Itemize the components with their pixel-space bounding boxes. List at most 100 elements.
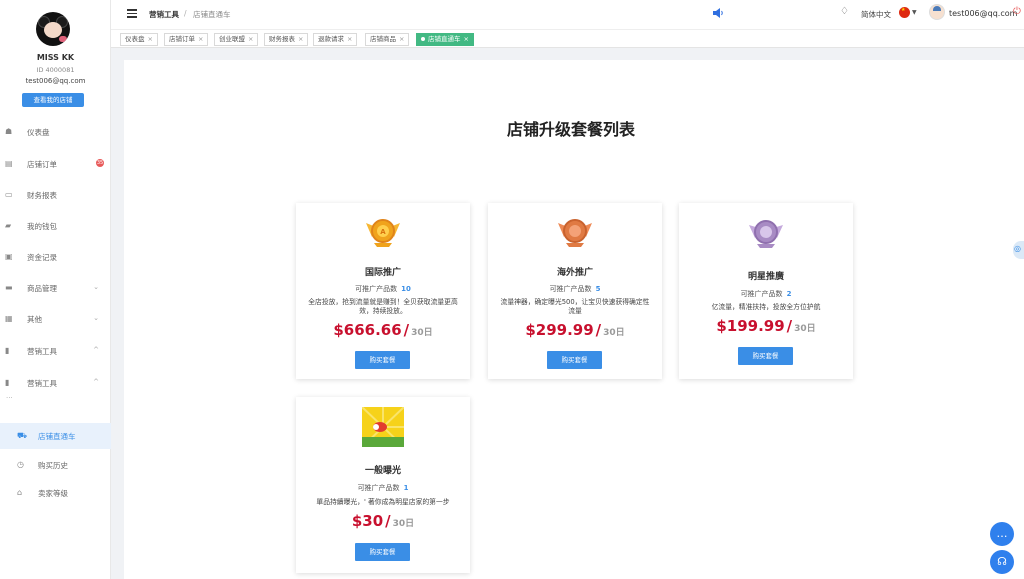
sidebar-subitem-shop-express[interactable]: ⛟ 店铺直通车: [0, 423, 111, 449]
sidebar-item-label: 购买历史: [38, 461, 68, 470]
sidebar-item-marketing-2[interactable]: ▮ 营销工具 ^: [0, 373, 111, 393]
tab-shop-goods[interactable]: 店铺商品 ×: [365, 33, 410, 46]
package-price: $299.99/30日: [525, 321, 625, 339]
page-title: 店铺升级套餐列表: [507, 120, 636, 139]
package-title: 海外推广: [556, 268, 593, 278]
sidebar-item-marketing[interactable]: ▮ 营销工具 ^: [0, 341, 111, 361]
sidebar-item-finance-report[interactable]: ▭ 财务报表: [0, 185, 111, 205]
tab-label: 店铺商品: [370, 35, 396, 43]
count-label: 可推广产品数: [549, 285, 592, 293]
header-avatar[interactable]: [929, 4, 945, 20]
tab-label: 店铺直通车: [428, 35, 461, 43]
sidebar: MISS KK ID 4000081 test006@qq.com 查看我的店铺…: [0, 0, 111, 579]
sidebar-item-funds[interactable]: ▣ 资金记录: [0, 247, 111, 267]
power-icon[interactable]: ⏻: [1013, 6, 1021, 17]
sidebar-item-label: 店铺直通车: [38, 432, 76, 441]
tab-finance-report[interactable]: 财务报表 ×: [264, 33, 309, 46]
sidebar-item-label: 财务报表: [27, 191, 57, 200]
sidebar-item-label: 店铺订单: [27, 160, 57, 169]
tab-alliance[interactable]: 创业联盟 ×: [214, 33, 259, 46]
tab-label: 店铺订单: [169, 35, 195, 43]
package-description: 亿流量，精准扶持，投放全方位护航: [711, 303, 821, 311]
buy-package-button[interactable]: 购买套餐: [547, 351, 602, 369]
sidebar-item-goods[interactable]: ▬ 商品管理 ⌄: [0, 278, 111, 298]
user-name: MISS KK: [36, 53, 75, 62]
tab-label: 财务报表: [269, 35, 295, 43]
buy-package-button[interactable]: 购买套餐: [355, 543, 410, 561]
menu-toggle-icon[interactable]: [127, 9, 137, 18]
avatar[interactable]: [36, 12, 70, 46]
close-icon[interactable]: ×: [464, 35, 469, 43]
chevron-down-icon: ⌄: [93, 314, 99, 322]
sidebar-item-wallet[interactable]: ▰ 我的钱包: [0, 216, 111, 236]
close-icon[interactable]: ×: [298, 35, 303, 43]
sidebar-item-label: 资金记录: [27, 253, 57, 262]
sidebar-item-dashboard[interactable]: ☗ 仪表盘: [0, 122, 111, 142]
chat-icon[interactable]: …: [990, 522, 1014, 546]
buy-package-button[interactable]: 购买套餐: [738, 347, 793, 365]
close-icon[interactable]: ×: [198, 35, 203, 43]
sidebar-item-label: 卖家等级: [38, 489, 68, 498]
tab-bar: 仪表盘 × 店铺订单 × 创业联盟 × 财务报表 × 退款请求 × 店铺商品 × 店铺直通车…: [111, 29, 1024, 48]
sidebar-item-other[interactable]: ▦ 其他 ⌄: [0, 309, 111, 329]
caret-down-icon[interactable]: ▼: [912, 9, 917, 16]
tab-label: 退款请求: [318, 35, 344, 43]
count-value: 5: [595, 285, 601, 293]
price-amount: $30: [351, 512, 384, 530]
close-icon[interactable]: ×: [347, 35, 352, 43]
tab-shop-orders[interactable]: 店铺订单 ×: [164, 33, 209, 46]
wallet-icon: ▰: [5, 221, 12, 230]
package-price: $666.66/30日: [333, 321, 433, 339]
package-card-overseas: 海外推广 可推广产品数 5 流量神器，确定曝光500，让宝贝快速获得确定性流量 $…: [488, 203, 662, 379]
buy-package-button[interactable]: 购买套餐: [355, 351, 410, 369]
orders-badge: 35: [96, 159, 104, 167]
header-email[interactable]: test006@qq.com: [949, 9, 1017, 18]
sidebar-item-orders[interactable]: ▤ 店铺订单 35: [0, 154, 111, 174]
breadcrumb-current: 店铺直通车: [193, 10, 231, 19]
tab-shop-express[interactable]: 店铺直通车 ×: [416, 33, 474, 46]
more-indicator: ...: [6, 392, 13, 400]
tab-refund[interactable]: 退款请求 ×: [313, 33, 358, 46]
price-period: 30日: [794, 324, 816, 334]
user-id: ID 4000081: [36, 66, 75, 74]
package-title: 国际推广: [364, 268, 401, 278]
top-header: 营销工具 / 店铺直通车 ♢ 简体中文 ▼ test006@qq.com ⏻: [111, 0, 1024, 29]
breadcrumb-parent[interactable]: 营销工具: [149, 9, 179, 20]
package-description: 全店投放，抢到流量就是赚到！全贝获取流量更高效，持续投放。: [308, 298, 458, 315]
sidebar-subitem-seller-level[interactable]: ⌂ 卖家等级: [0, 480, 111, 506]
price-amount: $299.99: [525, 321, 594, 339]
view-shop-button[interactable]: 查看我的店铺: [22, 93, 84, 107]
price-period: 30日: [603, 328, 625, 338]
package-count: 可推广产品数 2: [679, 289, 853, 299]
sidebar-subitem-purchase-history[interactable]: ◷ 购买历史: [0, 452, 111, 478]
goods-icon: ▬: [5, 283, 13, 292]
package-card-general: 一般曝光 可推广产品数 1 單品持續曝光，' 著你成為明星店家的第一步 $30/3…: [296, 397, 470, 573]
close-icon[interactable]: ×: [399, 35, 404, 43]
count-label: 可推广产品数: [355, 285, 398, 293]
package-count: 可推广产品数 1: [296, 483, 470, 493]
sidebar-item-label: 营销工具: [27, 379, 57, 388]
user-email: test006@qq.com: [25, 77, 86, 85]
main-content: 店铺升级套餐列表 A 国际推广 可推广产品数 10 全店投放，抢到流量就是赚到！全…: [124, 60, 1024, 579]
tab-dashboard[interactable]: 仪表盘 ×: [120, 33, 158, 46]
side-float-tab[interactable]: [1013, 241, 1024, 259]
package-price: $199.99/30日: [716, 317, 816, 335]
count-value: 10: [401, 285, 411, 293]
grid-icon: ▦: [5, 314, 13, 323]
language-selector[interactable]: 简体中文: [861, 9, 891, 20]
bronze-medal-icon: [558, 219, 592, 247]
price-amount: $666.66: [333, 321, 402, 339]
flag-icon[interactable]: [899, 7, 910, 18]
close-icon[interactable]: ×: [248, 35, 253, 43]
speaker-icon[interactable]: [712, 8, 724, 18]
package-description: 單品持續曝光，' 著你成為明星店家的第一步: [316, 498, 450, 506]
package-title: 明星推廣: [747, 272, 784, 282]
close-icon[interactable]: ×: [148, 35, 153, 43]
sidebar-item-label: 仪表盘: [27, 128, 50, 137]
truck-icon: ⛟: [17, 431, 28, 440]
headset-icon[interactable]: ☊: [990, 550, 1014, 574]
bell-icon[interactable]: ♢: [840, 6, 849, 17]
funds-icon: ▣: [5, 252, 13, 261]
package-card-international: A 国际推广 可推广产品数 10 全店投放，抢到流量就是赚到！全贝获取流量更高效，…: [296, 203, 470, 379]
package-count: 可推广产品数 5: [488, 284, 662, 294]
